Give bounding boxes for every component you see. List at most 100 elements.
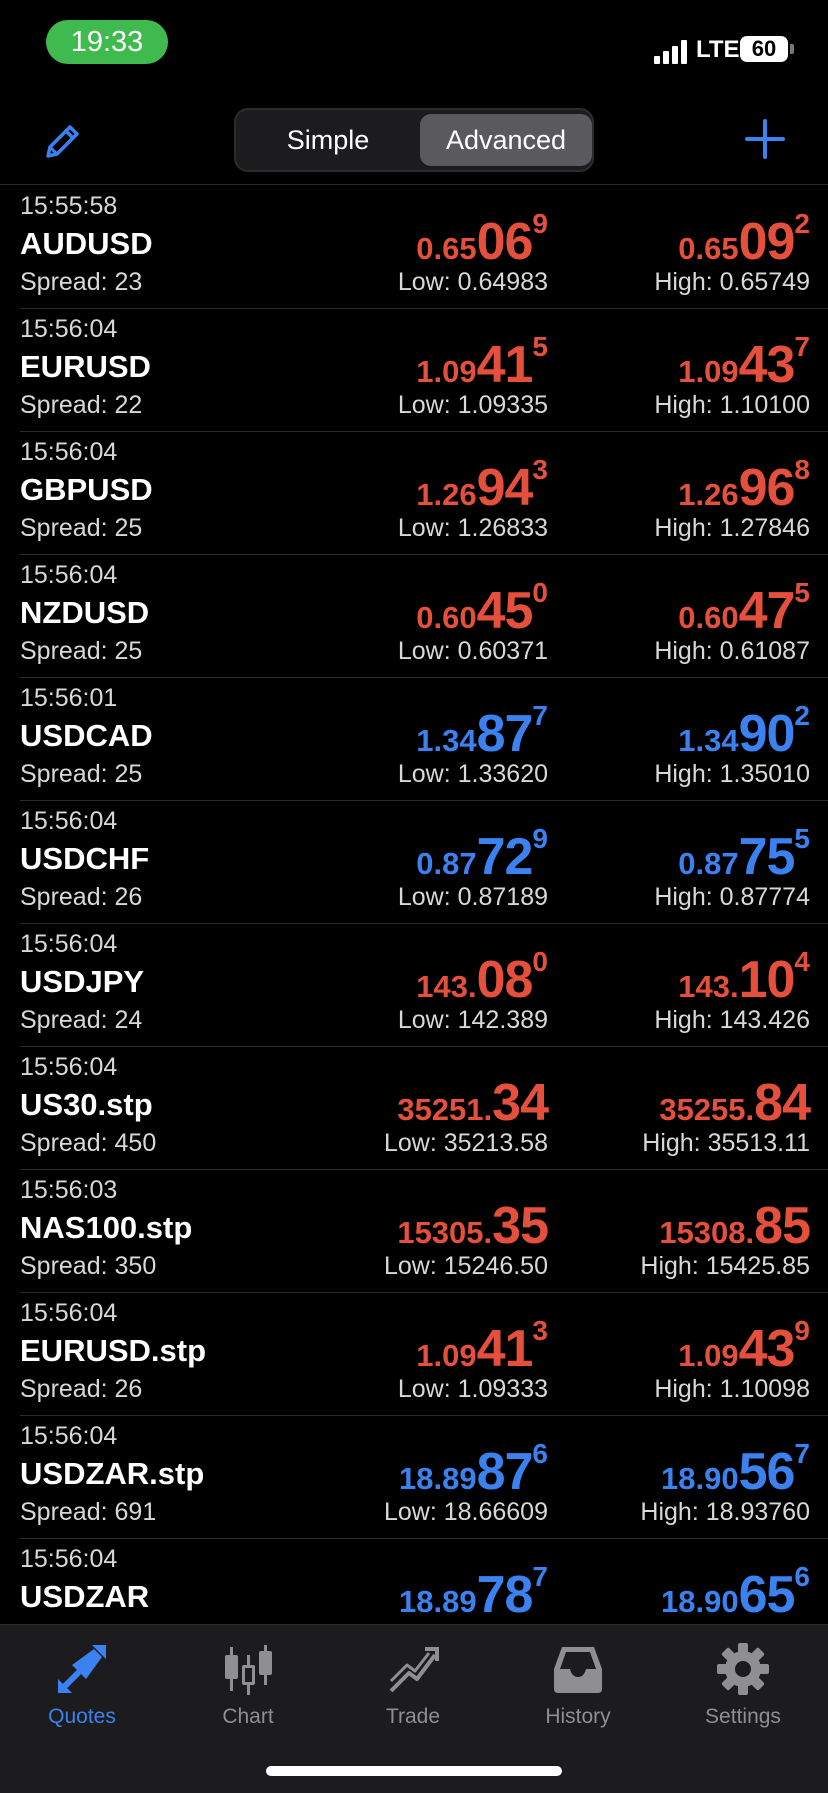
quote-high: High: 1.35010 [654, 760, 810, 788]
ask-price-prefix: 18.90 [661, 1584, 739, 1619]
ask-price: 18.90656 [661, 1561, 810, 1624]
ask-price-prefix: 1.26 [678, 477, 739, 512]
quote-symbol: USDZAR [20, 1579, 150, 1614]
bid-price: 18.89787 [399, 1561, 548, 1624]
ask-price-prefix: 0.65 [678, 231, 739, 266]
quotes-list[interactable]: 15:55:58 AUDUSD Spread: 23 0.65069 0.65092 Lo… [0, 186, 828, 1624]
quote-row[interactable]: 15:56:04USDZARSpread: 86918.8978718.9065… [20, 1539, 828, 1624]
quote-low: Low: 15246.50 [383, 1252, 548, 1280]
bid-price-prefix: 143. [416, 969, 477, 1004]
bid-price-fraction: 7 [532, 700, 548, 731]
quote-spread: Spread: 26 [20, 1375, 143, 1403]
quote-time: 15:56:04 [20, 1053, 118, 1081]
tab-chart[interactable]: Chart [183, 1641, 313, 1729]
ask-price: 18.90567 [661, 1438, 810, 1502]
quote-symbol: AUDUSD [20, 226, 153, 261]
quote-row[interactable]: 15:56:04 NZDUSD Spread: 25 0.60450 0.60475 Lo… [20, 555, 828, 678]
gear-icon [717, 1643, 769, 1695]
bid-price-pips: 45 [476, 582, 534, 640]
quote-low: Low: 142.389 [397, 1006, 548, 1034]
chart-icon [225, 1645, 272, 1695]
quote-row[interactable]: 15:56:04 EURUSD Spread: 22 1.09415 1.09437 Lo… [20, 309, 828, 432]
ask-price-pips: 84 [754, 1074, 811, 1132]
ask-price-prefix: 1.09 [678, 354, 739, 389]
quote-row[interactable]: 15:56:04 GBPUSD Spread: 25 1.26943 1.26968 Lo… [20, 432, 828, 555]
quote-symbol: EURUSD [20, 349, 151, 384]
tab-settings[interactable]: Settings [678, 1641, 808, 1729]
quote-row[interactable]: 15:56:01 USDCAD Spread: 25 1.34877 1.34902 Lo… [20, 678, 828, 801]
bid-price-prefix: 1.09 [416, 1338, 477, 1373]
bid-price: 0.60450 [416, 577, 548, 641]
bid-price-fraction: 7 [532, 1561, 548, 1592]
bid-price-pips: 94 [476, 459, 534, 517]
pencil-icon [46, 125, 79, 158]
ask-price: 0.65092 [678, 208, 810, 272]
ask-price: 1.26968 [678, 454, 810, 518]
ask-price-pips: 90 [738, 705, 796, 763]
quote-spread: Spread: 23 [20, 268, 143, 296]
quote-low: Low: 1.09335 [397, 391, 548, 419]
quote-spread: Spread: 25 [20, 514, 143, 542]
quote-row[interactable]: 15:56:04 EURUSD.stp Spread: 26 1.09413 1.094… [20, 1293, 828, 1416]
quote-row[interactable]: 15:56:04 USDZAR.stp Spread: 691 18.89876 18.… [20, 1416, 828, 1539]
ask-price-prefix: 1.34 [678, 723, 739, 758]
tab-history[interactable]: History [513, 1641, 643, 1729]
plus-icon [745, 119, 785, 159]
quote-symbol: NAS100.stp [20, 1210, 193, 1245]
quote-low: Low: 1.33620 [397, 760, 548, 788]
battery-tip [790, 44, 794, 54]
bid-price-prefix: 18.89 [399, 1461, 477, 1496]
quote-low: Low: 35213.58 [383, 1129, 548, 1157]
bid-price: 0.87729 [416, 823, 548, 887]
navigation-bar: Simple Advanced [0, 100, 828, 185]
quote-time: 15:56:04 [20, 1545, 118, 1573]
quote-row[interactable]: 15:56:03 NAS100.stp Spread: 350 15305.35 153… [20, 1170, 828, 1293]
ask-price: 15308.85 [659, 1196, 811, 1256]
bid-price: 18.89876 [399, 1438, 548, 1502]
bid-price-prefix: 0.65 [416, 231, 477, 266]
quote-symbol: USDZAR.stp [20, 1456, 205, 1491]
quote-high: High: 143.426 [654, 1006, 810, 1034]
segment-simple[interactable]: Simple [242, 114, 414, 166]
bid-price-fraction: 3 [532, 454, 548, 485]
bid-price-prefix: 35251. [397, 1092, 493, 1127]
quote-row[interactable]: 15:55:58 AUDUSD Spread: 23 0.65069 0.65092 Lo… [20, 186, 828, 309]
quote-high: High: 0.87774 [654, 883, 810, 911]
tab-quotes[interactable]: Quotes [17, 1641, 147, 1729]
quote-time: 15:56:04 [20, 561, 118, 589]
ask-price: 1.09437 [678, 331, 810, 395]
tab-trade[interactable]: Trade [348, 1641, 478, 1729]
bid-price-pips: 41 [476, 336, 534, 394]
ask-price-prefix: 15308. [659, 1215, 755, 1250]
ask-price-prefix: 35255. [659, 1092, 755, 1127]
status-bar: 19:33 LTE 60 [0, 0, 828, 90]
ask-price: 0.87755 [678, 823, 810, 887]
bid-price-pips: 08 [476, 951, 534, 1009]
add-symbol-button[interactable] [744, 118, 786, 160]
quote-high: High: 1.27846 [654, 514, 810, 542]
quote-symbol: EURUSD.stp [20, 1333, 207, 1368]
bid-price-fraction: 3 [532, 1315, 548, 1346]
tab-label: Chart [222, 1705, 274, 1728]
ask-price-pips: 09 [738, 213, 796, 271]
bid-price-prefix: 1.09 [416, 354, 477, 389]
bid-price-pips: 34 [492, 1074, 549, 1132]
ask-price-pips: 75 [738, 828, 796, 886]
quote-low: Low: 0.64983 [397, 268, 548, 296]
quote-time: 15:56:03 [20, 1176, 118, 1204]
segment-advanced[interactable]: Advanced [420, 114, 592, 166]
quote-row[interactable]: 15:56:04 USDJPY Spread: 24 143.080 143.104 Lo… [20, 924, 828, 1047]
quote-low: Low: 1.09333 [397, 1375, 548, 1403]
quote-row[interactable]: 15:56:04 USDCHF Spread: 26 0.87729 0.87755 Lo… [20, 801, 828, 924]
bid-price-pips: 06 [476, 213, 534, 271]
network-type: LTE [696, 36, 740, 63]
bid-price: 0.65069 [416, 208, 548, 272]
quote-time: 15:56:01 [20, 684, 118, 712]
quote-row[interactable]: 15:56:04 US30.stp Spread: 450 35251.34 35255… [20, 1047, 828, 1170]
quote-spread: Spread: 350 [20, 1252, 157, 1280]
status-time: 19:33 [46, 20, 168, 64]
bid-price-fraction: 0 [532, 946, 548, 977]
edit-button[interactable] [40, 118, 86, 164]
quotes-icon [58, 1645, 106, 1693]
quote-time: 15:56:04 [20, 930, 118, 958]
